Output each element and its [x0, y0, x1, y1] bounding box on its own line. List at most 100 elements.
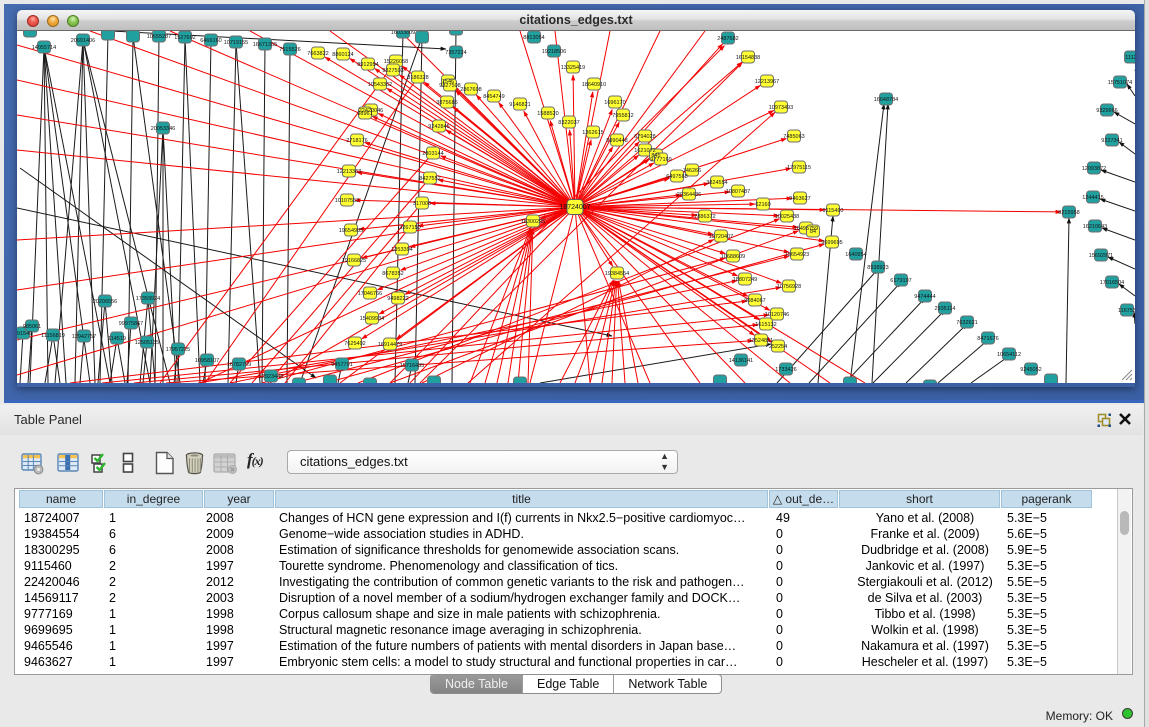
svg-text:9463627: 9463627: [789, 196, 810, 202]
svg-text:8813054: 8813054: [523, 35, 544, 41]
svg-text:3267150: 3267150: [399, 225, 420, 231]
svg-text:15692971: 15692971: [1089, 253, 1113, 259]
svg-text:13325419: 13325419: [561, 65, 585, 71]
svg-text:10655287: 10655287: [147, 34, 171, 40]
svg-text:10107553: 10107553: [335, 198, 359, 204]
svg-text:17957225: 17957225: [166, 347, 190, 353]
svg-text:9777169: 9777169: [650, 157, 671, 163]
svg-text:9084067: 9084067: [744, 298, 765, 304]
svg-text:10973493: 10973493: [769, 105, 793, 111]
svg-text:9146821: 9146821: [509, 102, 530, 108]
svg-text:3824554: 3824554: [706, 180, 727, 186]
svg-text:3875685: 3875685: [436, 100, 457, 106]
svg-text:17975115: 17975115: [787, 165, 811, 171]
svg-text:7663822: 7663822: [307, 51, 328, 57]
svg-text:62160: 62160: [755, 202, 770, 208]
svg-text:10719155: 10719155: [224, 40, 248, 46]
svg-text:6466160: 6466160: [200, 38, 221, 44]
svg-text:10958107: 10958107: [195, 358, 219, 364]
svg-text:19654923: 19654923: [785, 252, 809, 258]
svg-text:9327503: 9327503: [382, 68, 403, 74]
svg-text:2935114: 2935114: [934, 306, 955, 312]
svg-text:99975867: 99975867: [119, 321, 143, 327]
svg-text:7632621: 7632621: [956, 320, 977, 326]
svg-text:8471676: 8471676: [977, 336, 998, 342]
svg-text:1640954: 1640954: [845, 252, 866, 258]
svg-text:15720407: 15720407: [709, 234, 733, 240]
svg-text:9474444: 9474444: [914, 294, 935, 300]
svg-text:8990448: 8990448: [606, 138, 627, 144]
svg-text:985061: 985061: [23, 324, 41, 330]
svg-text:15409934: 15409934: [360, 316, 384, 322]
svg-text:1353394: 1353394: [391, 247, 412, 253]
svg-text:8322037: 8322037: [558, 120, 579, 126]
svg-text:9227341: 9227341: [1101, 138, 1122, 144]
svg-text:8678352: 8678352: [382, 271, 403, 277]
svg-text:12505135: 12505135: [135, 340, 159, 346]
svg-text:9245052: 9245052: [1020, 367, 1041, 373]
svg-text:12093872: 12093872: [1082, 166, 1106, 172]
svg-text:12213363: 12213363: [337, 169, 361, 175]
svg-text:19166825: 19166825: [342, 258, 366, 264]
svg-text:19384554: 19384554: [605, 271, 629, 277]
svg-text:6497568: 6497568: [666, 174, 687, 180]
svg-text:8186328: 8186328: [407, 75, 428, 81]
svg-text:12213967: 12213967: [755, 79, 779, 85]
svg-text:10654112: 10654112: [997, 352, 1021, 358]
svg-text:10120746: 10120746: [765, 312, 789, 318]
svg-text:8215958: 8215958: [1058, 210, 1079, 216]
svg-text:9115460: 9115460: [822, 208, 843, 214]
svg-text:746266: 746266: [683, 168, 701, 174]
svg-text:7886372: 7886372: [694, 214, 715, 220]
svg-text:8454749: 8454749: [483, 94, 504, 100]
svg-text:1733426: 1733426: [775, 367, 796, 373]
svg-text:11156819: 11156819: [41, 333, 65, 339]
svg-text:18640910: 18640910: [582, 82, 606, 88]
svg-text:16648784: 16648784: [874, 97, 898, 103]
svg-text:7485063: 7485063: [783, 134, 804, 140]
svg-text:252254: 252254: [769, 344, 787, 350]
svg-text:1615132: 1615132: [755, 322, 776, 328]
svg-text:1588520: 1588520: [537, 111, 558, 117]
svg-text:9329966: 9329966: [1096, 108, 1117, 114]
svg-text:6179197: 6179197: [890, 278, 911, 284]
svg-text:16210643: 16210643: [1083, 224, 1107, 230]
svg-text:16671355: 16671355: [253, 42, 277, 48]
svg-text:116753: 116753: [1118, 308, 1135, 314]
svg-text:991549: 991549: [17, 331, 32, 337]
svg-text:2718176: 2718176: [346, 138, 367, 144]
svg-text:98961: 98961: [357, 111, 372, 117]
svg-text:19654985: 19654985: [339, 228, 363, 234]
svg-text:9327508: 9327508: [439, 83, 460, 89]
svg-text:16033809: 16033809: [391, 31, 415, 36]
svg-text:16914479: 16914479: [378, 342, 402, 348]
svg-text:18724007: 18724007: [559, 204, 590, 211]
svg-text:15751074: 15751074: [1108, 80, 1132, 86]
svg-text:20206556: 20206556: [93, 299, 117, 305]
svg-text:1244415: 1244415: [1082, 195, 1103, 201]
svg-text:7625402: 7625402: [344, 341, 365, 347]
svg-text:15226058: 15226058: [384, 59, 408, 65]
svg-text:15716485: 15716485: [400, 363, 424, 369]
svg-text:8938923: 8938923: [867, 265, 888, 271]
svg-text:12923448: 12923448: [259, 374, 283, 380]
svg-text:14055714: 14055714: [32, 45, 56, 51]
svg-text:10543362: 10543362: [368, 82, 392, 88]
svg-text:1527602: 1527602: [174, 35, 195, 41]
svg-text:9699695: 9699695: [821, 240, 842, 246]
svg-text:16782759: 16782759: [227, 362, 251, 368]
svg-text:20053346: 20053346: [151, 126, 175, 132]
svg-text:8860124: 8860124: [332, 52, 353, 58]
svg-text:114519: 114519: [108, 336, 126, 342]
svg-text:17016504: 17016504: [1100, 280, 1124, 286]
svg-text:8427552: 8427552: [419, 176, 440, 182]
svg-text:17046766: 17046766: [358, 291, 382, 297]
svg-text:8912954: 8912954: [357, 62, 378, 68]
svg-text:16154838: 16154838: [736, 55, 760, 61]
svg-text:17359924: 17359924: [136, 296, 160, 302]
svg-text:7357224: 7357224: [445, 50, 466, 56]
svg-text:18807249: 18807249: [733, 277, 757, 283]
svg-text:10688609: 10688609: [721, 254, 745, 260]
svg-text:12942757: 12942757: [72, 334, 96, 340]
svg-text:2867608: 2867608: [460, 87, 481, 93]
